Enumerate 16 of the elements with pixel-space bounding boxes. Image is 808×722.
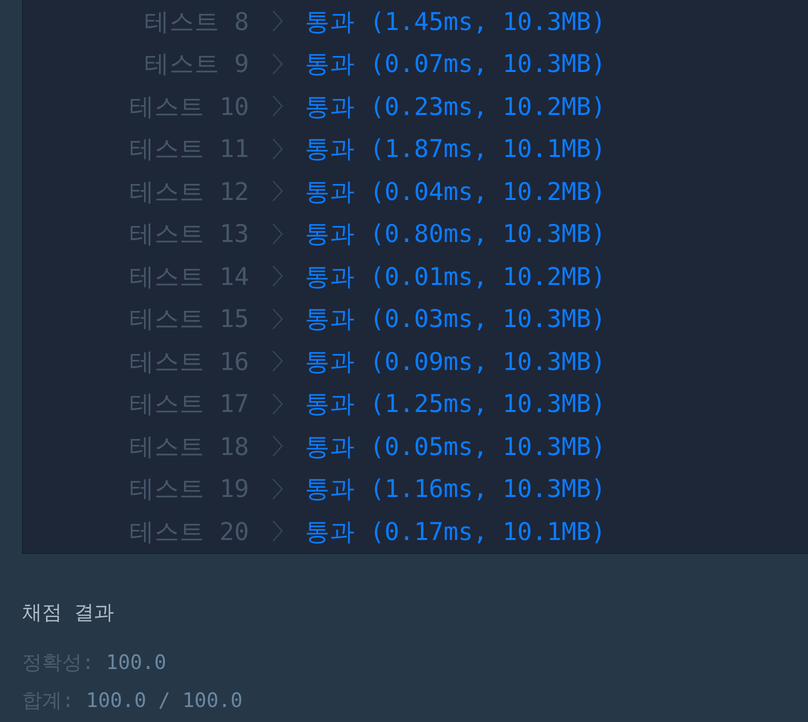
test-result: 통과 (1.87ms, 10.1MB) [305, 133, 607, 166]
score-value: 100.0 [106, 648, 166, 676]
test-result: 통과 (1.45ms, 10.3MB) [305, 6, 607, 38]
test-result: 통과 (0.09ms, 10.3MB) [305, 346, 607, 378]
test-result: 통과 (0.23ms, 10.2MB) [305, 90, 607, 123]
test-result: 통과 (1.16ms, 10.3MB) [305, 473, 607, 506]
test-result: 통과 (0.04ms, 10.2MB) [305, 176, 607, 208]
test-result: 통과 (0.01ms, 10.2MB) [305, 260, 607, 293]
test-result: 통과 (0.05ms, 10.3MB) [305, 430, 607, 463]
test-result: 통과 (0.03ms, 10.3MB) [305, 303, 607, 336]
test-result: 통과 (0.07ms, 10.3MB) [305, 48, 607, 80]
section-title: 채점 결과 [22, 598, 116, 626]
score-value: 100.0 / 100.0 [86, 686, 243, 714]
test-result: 통과 (0.17ms, 10.1MB) [305, 516, 607, 548]
test-result: 통과 (1.25ms, 10.3MB) [305, 388, 607, 420]
test-result: 통과 (0.80ms, 10.3MB) [305, 218, 607, 250]
